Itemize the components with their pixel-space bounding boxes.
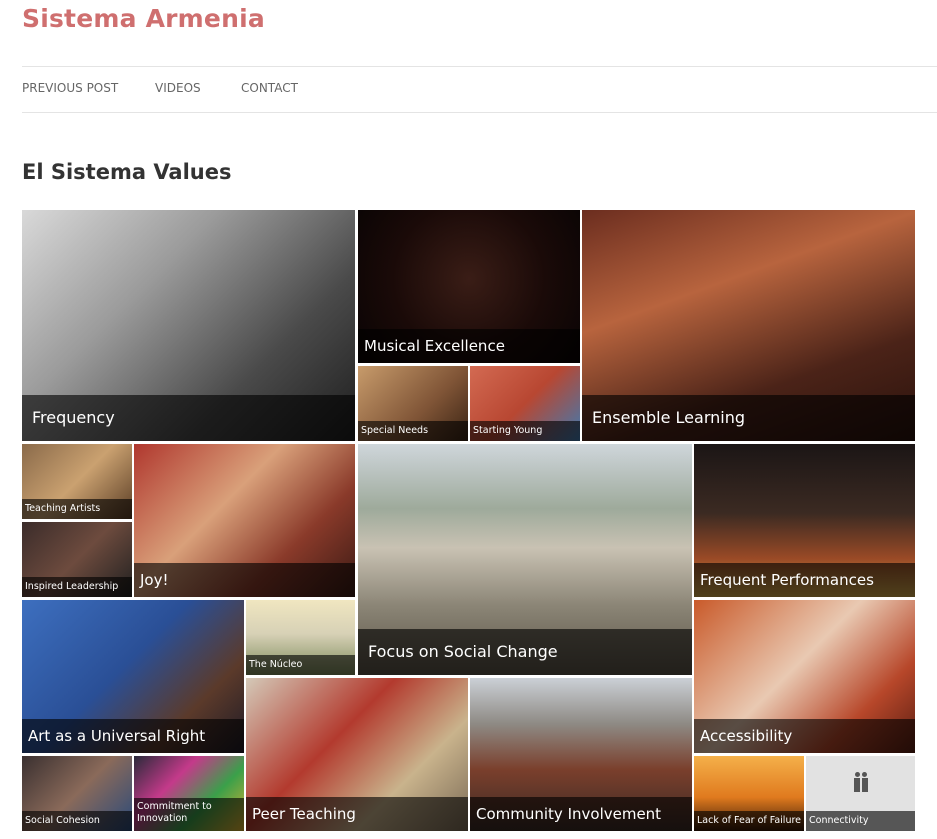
tile-caption: Starting Young [470, 421, 580, 441]
tile-musical-excellence[interactable]: Musical Excellence [358, 210, 580, 363]
tile-caption: Ensemble Learning [582, 395, 915, 441]
nav-contact[interactable]: CONTACT [241, 81, 298, 95]
tile-inspired-leadership[interactable]: Inspired Leadership [22, 522, 132, 597]
tile-caption: Teaching Artists [22, 499, 132, 519]
tile-connectivity[interactable]: Connectivity [806, 756, 915, 831]
tile-lack-fear-failure[interactable]: Lack of Fear of Failure [694, 756, 804, 831]
tile-ensemble-learning[interactable]: Ensemble Learning [582, 210, 915, 441]
tile-caption: The Núcleo [246, 655, 355, 675]
tile-commitment-innovation[interactable]: Commitment to Innovation [134, 756, 244, 831]
main-nav: PREVIOUS POST VIDEOS CONTACT [22, 66, 937, 113]
tile-frequent-performances[interactable]: Frequent Performances [694, 444, 915, 597]
tile-teaching-artists[interactable]: Teaching Artists [22, 444, 132, 519]
connectivity-figure-icon [853, 772, 869, 800]
tile-caption: Joy! [134, 563, 355, 597]
tile-caption: Lack of Fear of Failure [694, 811, 804, 831]
tile-the-nucleo[interactable]: The Núcleo [246, 600, 355, 675]
tile-caption: Social Cohesion [22, 811, 132, 831]
nav-videos[interactable]: VIDEOS [155, 81, 201, 95]
tile-frequency[interactable]: Frequency [22, 210, 355, 441]
tile-focus-social-change[interactable]: Focus on Social Change [358, 444, 692, 675]
nav-previous-post[interactable]: PREVIOUS POST [22, 81, 118, 95]
tile-social-cohesion[interactable]: Social Cohesion [22, 756, 132, 831]
tile-caption: Inspired Leadership [22, 577, 132, 597]
tile-caption: Art as a Universal Right [22, 719, 244, 753]
site-title[interactable]: Sistema Armenia [22, 4, 265, 33]
tile-accessibility[interactable]: Accessibility [694, 600, 915, 753]
tile-caption: Community Involvement [470, 797, 692, 831]
tile-peer-teaching[interactable]: Peer Teaching [246, 678, 468, 831]
tile-caption: Accessibility [694, 719, 915, 753]
tile-community-involvement[interactable]: Community Involvement [470, 678, 692, 831]
page-heading: El Sistema Values [22, 160, 232, 184]
tile-caption: Commitment to Innovation [134, 798, 244, 831]
tile-art-universal-right[interactable]: Art as a Universal Right [22, 600, 244, 753]
tile-special-needs[interactable]: Special Needs [358, 366, 468, 441]
tile-caption: Peer Teaching [246, 797, 468, 831]
tile-caption: Frequency [22, 395, 355, 441]
tile-starting-young[interactable]: Starting Young [470, 366, 580, 441]
tile-caption: Focus on Social Change [358, 629, 692, 675]
tile-caption: Connectivity [806, 811, 915, 831]
tile-joy[interactable]: Joy! [134, 444, 355, 597]
tile-caption: Special Needs [358, 421, 468, 441]
tile-caption: Frequent Performances [694, 563, 915, 597]
tile-caption: Musical Excellence [358, 329, 580, 363]
